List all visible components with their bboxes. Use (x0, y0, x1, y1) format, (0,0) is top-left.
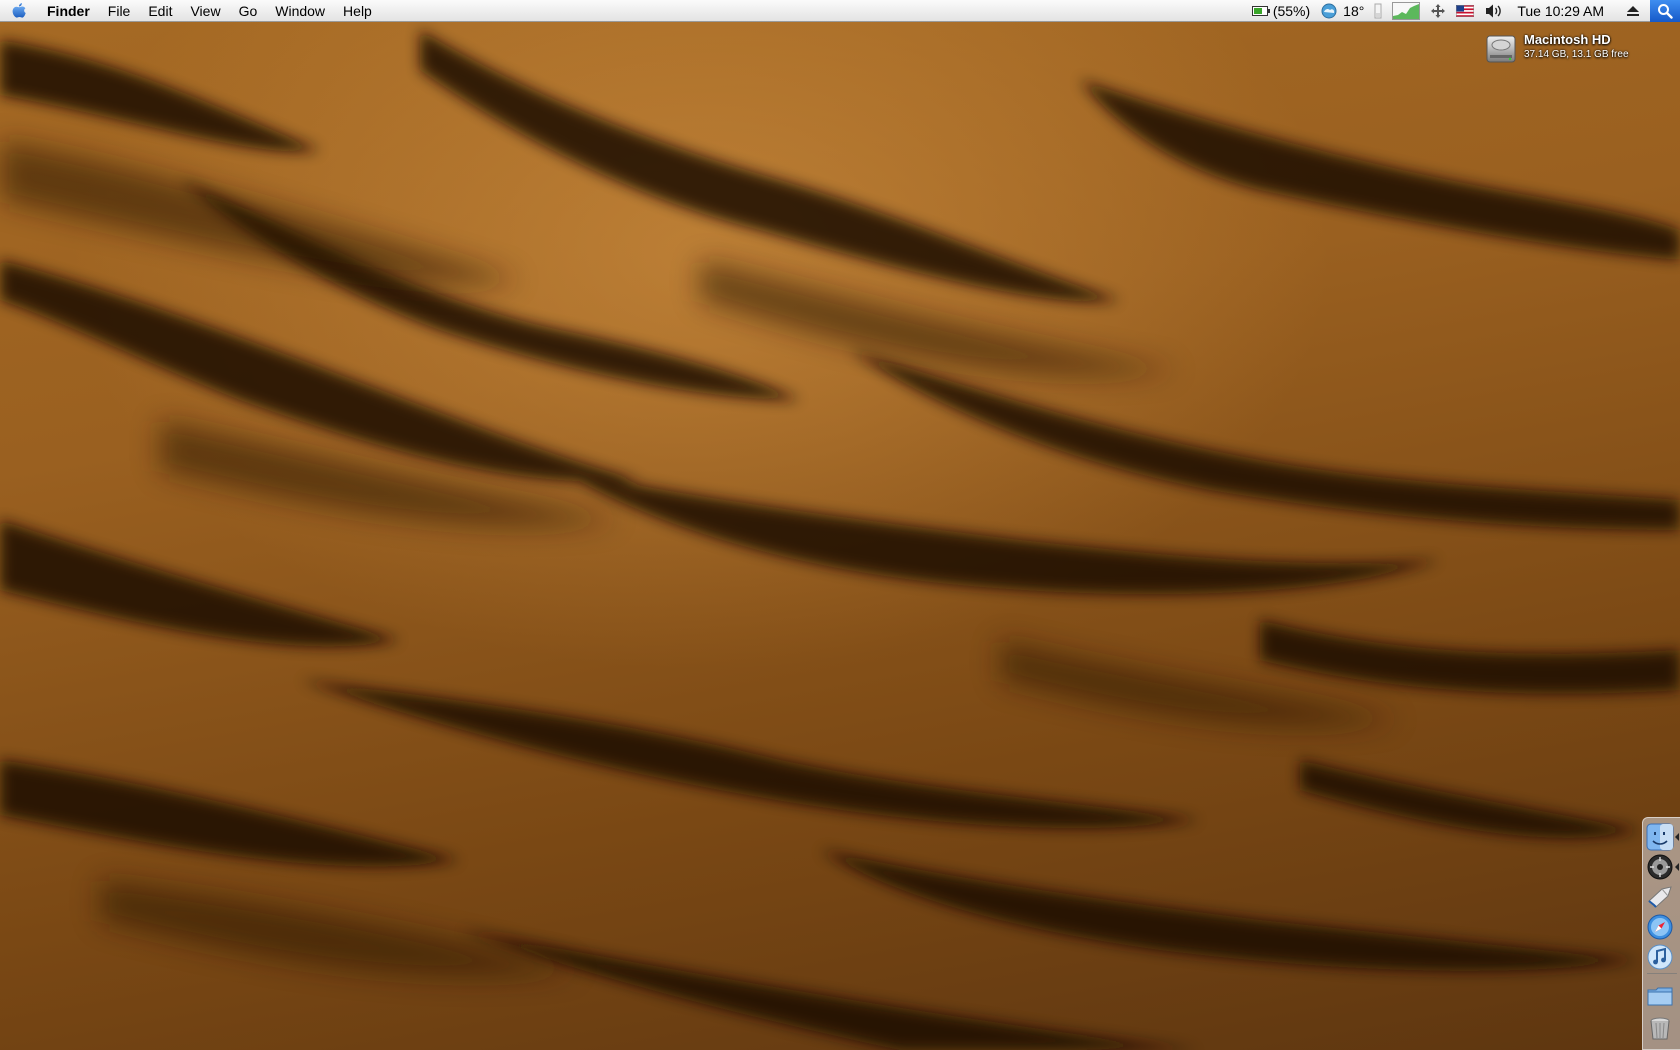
input-menu[interactable] (1451, 0, 1479, 22)
dock-dvd-player[interactable] (1646, 853, 1674, 881)
menu-bar: Finder File Edit View Go Window Help (55… (0, 0, 1680, 22)
speaker-volume-icon (1486, 4, 1502, 18)
dock-finder[interactable] (1646, 823, 1674, 851)
weather-temperature: 18° (1343, 3, 1365, 19)
menubar-clock[interactable]: Tue 10:29 AM (1509, 0, 1616, 22)
dock-trash[interactable] (1646, 1014, 1674, 1042)
finder-icon (1646, 823, 1674, 851)
cpu-graph[interactable] (1387, 0, 1425, 22)
menu-edit[interactable]: Edit (139, 0, 181, 22)
activity-graph-icon (1392, 2, 1421, 20)
drive-name: Macintosh HD (1524, 32, 1611, 47)
us-flag-icon (1456, 5, 1475, 17)
desktop-wallpaper[interactable] (0, 0, 1680, 1050)
menu-window[interactable]: Window (266, 0, 334, 22)
menu-view[interactable]: View (181, 0, 229, 22)
macintosh-hd-desktop-icon[interactable]: Macintosh HD 37.14 GB, 13.1 GB free (1484, 32, 1629, 66)
eject-menu[interactable] (1616, 0, 1650, 22)
dock-mail[interactable] (1646, 883, 1674, 911)
dvd-player-running-indicator (1675, 863, 1679, 871)
move-arrows-icon (1431, 4, 1446, 18)
folder-icon (1647, 987, 1673, 1006)
dock-folder[interactable] (1646, 982, 1674, 1010)
clock-text: Tue 10:29 AM (1517, 3, 1604, 19)
menu-go[interactable]: Go (230, 0, 267, 22)
trash-icon (1650, 1017, 1670, 1040)
menu-help[interactable]: Help (334, 0, 381, 22)
dock-itunes[interactable] (1646, 943, 1674, 971)
memory-meter[interactable] (1369, 0, 1387, 22)
safari-icon (1647, 914, 1673, 940)
mail-icon (1648, 886, 1672, 908)
battery-icon (1251, 6, 1270, 16)
spaces-status[interactable] (1425, 0, 1451, 22)
volume-control[interactable] (1479, 0, 1509, 22)
apple-menu-icon[interactable] (0, 0, 38, 22)
dock-separator (1647, 973, 1677, 974)
battery-status[interactable]: (55%) (1247, 0, 1315, 22)
hard-drive-icon (1486, 35, 1516, 63)
menu-file[interactable]: File (99, 0, 140, 22)
weather-icon (1321, 3, 1337, 19)
menu-app-finder[interactable]: Finder (38, 0, 99, 22)
drive-capacity-info: 37.14 GB, 13.1 GB free (1524, 49, 1629, 60)
itunes-icon (1647, 944, 1673, 970)
battery-percent: (55%) (1272, 3, 1311, 19)
dvd-player-icon (1647, 854, 1673, 880)
finder-running-indicator (1675, 833, 1679, 841)
tiger-stripes (0, 30, 1680, 1050)
eject-icon (1627, 6, 1639, 16)
meter-icon (1374, 3, 1382, 19)
dock (1642, 817, 1680, 1050)
dock-safari[interactable] (1646, 913, 1674, 941)
weather-status[interactable]: 18° (1315, 0, 1369, 22)
spotlight-button[interactable] (1650, 0, 1680, 22)
spotlight-search-icon (1658, 4, 1673, 19)
